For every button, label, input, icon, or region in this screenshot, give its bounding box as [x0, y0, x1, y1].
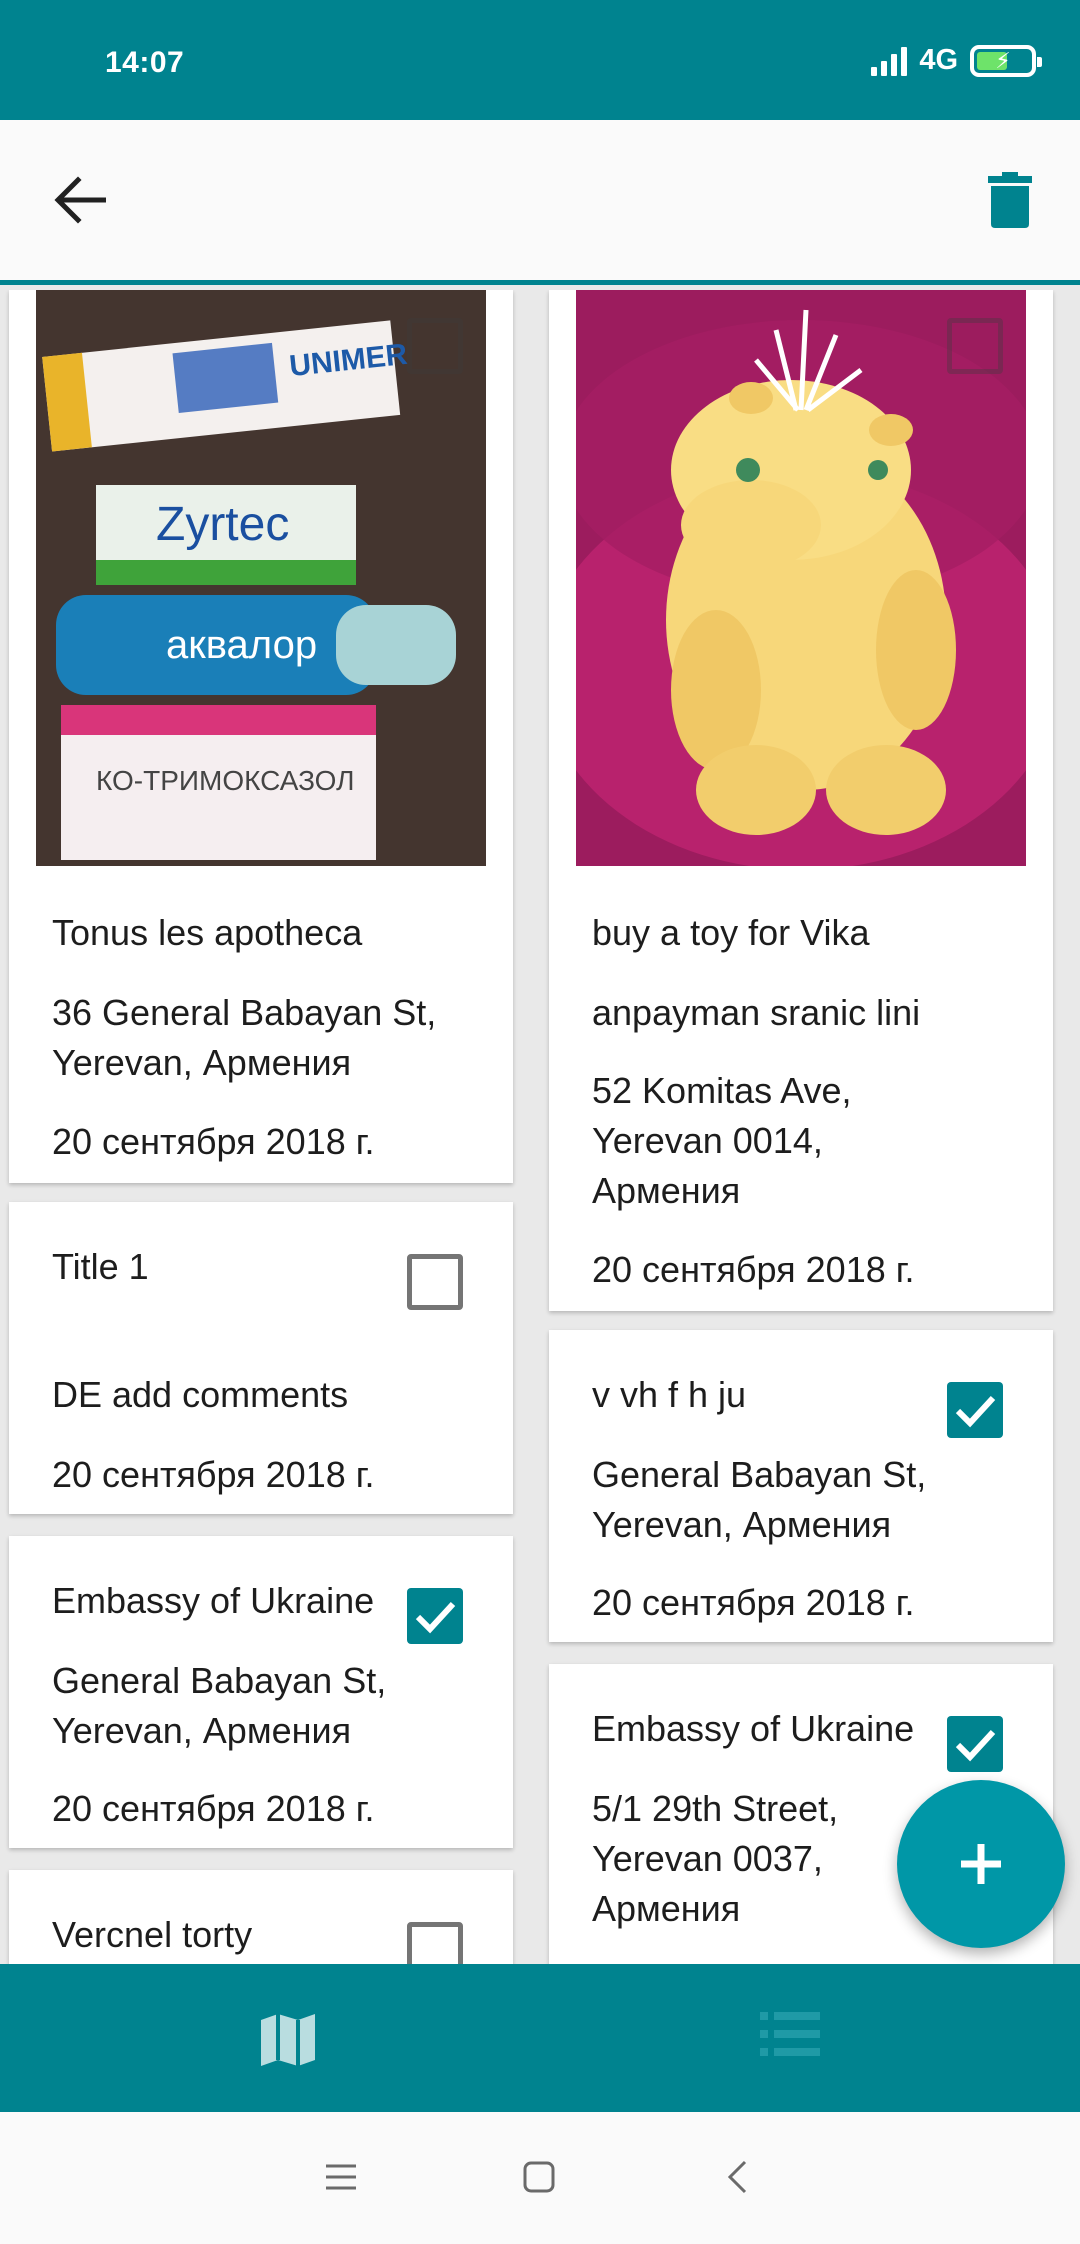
note-checkbox[interactable]: [407, 318, 463, 374]
svg-text:КО-ТРИМОКСАЗОЛ: КО-ТРИМОКСАЗОЛ: [96, 765, 355, 796]
back-button[interactable]: [40, 160, 120, 240]
note-card[interactable]: buy a toy for Vika anpayman sranic lini …: [549, 290, 1053, 1311]
note-checkbox[interactable]: [407, 1588, 463, 1644]
note-title: Tonus les apotheca: [52, 912, 363, 953]
home-button[interactable]: [514, 2152, 564, 2202]
battery-charging-icon: ⚡: [970, 44, 1042, 77]
note-date: 20 сентября 2018 г.: [52, 1121, 375, 1162]
svg-text:Zyrtec: Zyrtec: [156, 498, 289, 551]
note-title: Vercnel torty: [52, 1914, 253, 1955]
note-title: Embassy of Ukraine: [592, 1708, 915, 1749]
toolbar: [0, 120, 1080, 285]
medicine-boxes-photo: UNIMER Zyrtec аквалор КО-ТРИМОКСАЗОЛ: [36, 290, 486, 866]
network-type: 4G: [919, 44, 958, 76]
note-card[interactable]: Vercnel torty: [9, 1870, 513, 1964]
note-date: 20 сентября 2018 г.: [592, 1249, 915, 1290]
nav-list-tab[interactable]: [752, 1996, 827, 2071]
note-card[interactable]: UNIMER Zyrtec аквалор КО-ТРИМОКСАЗОЛ Ton…: [9, 290, 513, 1183]
plus-icon: [961, 1844, 1001, 1884]
note-address: 5/1 29th Street, Yerevan 0037, Армения: [592, 1788, 839, 1929]
note-title: Title 1: [52, 1246, 149, 1287]
map-icon: [260, 2013, 315, 2066]
note-address: General Babayan St, Yerevan, Армения: [592, 1454, 927, 1545]
system-back-button[interactable]: [712, 2152, 762, 2202]
note-checkbox[interactable]: [407, 1254, 463, 1310]
trash-icon: [988, 172, 1032, 228]
note-card[interactable]: v vh f h ju General Babayan St, Yerevan,…: [549, 1330, 1053, 1642]
checkmark-icon: [955, 1729, 996, 1762]
note-checkbox[interactable]: [947, 1716, 1003, 1772]
nav-map-tab[interactable]: [250, 2002, 325, 2077]
note-checkbox[interactable]: [947, 1382, 1003, 1438]
back-icon: [727, 2160, 747, 2194]
note-date: 20 сентября 2018 г.: [592, 1582, 915, 1623]
note-checkbox[interactable]: [947, 318, 1003, 374]
svg-text:аквалор: аквалор: [166, 623, 317, 667]
delete-button[interactable]: [970, 160, 1050, 240]
add-note-button[interactable]: [897, 1780, 1065, 1948]
note-title: v vh f h ju: [592, 1374, 747, 1415]
note-comment: anpayman sranic lini: [592, 992, 921, 1033]
status-icons: 4G ⚡: [871, 44, 1042, 77]
note-title: Embassy of Ukraine: [52, 1580, 375, 1621]
notes-grid: UNIMER Zyrtec аквалор КО-ТРИМОКСАЗОЛ Ton…: [0, 290, 1080, 1964]
note-address: General Babayan St, Yerevan, Армения: [52, 1660, 387, 1751]
note-checkbox[interactable]: [407, 1922, 463, 1964]
note-date: 20 сентября 2018 г.: [52, 1788, 375, 1829]
system-navigation-bar: [0, 2112, 1080, 2244]
bottom-navigation: [0, 1964, 1080, 2112]
note-address: 36 General Babayan St, Yerevan, Армения: [52, 992, 437, 1083]
arrow-left-icon: [54, 176, 106, 224]
note-card[interactable]: Embassy of Ukraine General Babayan St, Y…: [9, 1536, 513, 1848]
status-bar: 14:07 4G ⚡: [0, 0, 1080, 120]
note-date: 20 сентября 2018 г.: [52, 1454, 375, 1495]
checkmark-icon: [415, 1601, 456, 1634]
checkmark-icon: [955, 1395, 996, 1428]
list-icon: [759, 2011, 820, 2056]
status-time: 14:07: [105, 46, 185, 79]
note-address: 52 Komitas Ave, Yerevan 0014, Армения: [592, 1070, 852, 1211]
home-icon: [523, 2161, 555, 2193]
note-title: buy a toy for Vika: [592, 912, 870, 953]
note-comment: DE add comments: [52, 1374, 349, 1415]
menu-icon: [326, 2164, 356, 2190]
plush-toy-photo: [576, 290, 1026, 866]
signal-icon: [871, 46, 908, 76]
screen: 14:07 4G ⚡ UNIMER Zyrtec аквалор КО-ТРИМ…: [0, 0, 1080, 2244]
recent-apps-button[interactable]: [316, 2152, 366, 2202]
note-card[interactable]: Title 1 DE add comments 20 сентября 2018…: [9, 1202, 513, 1514]
